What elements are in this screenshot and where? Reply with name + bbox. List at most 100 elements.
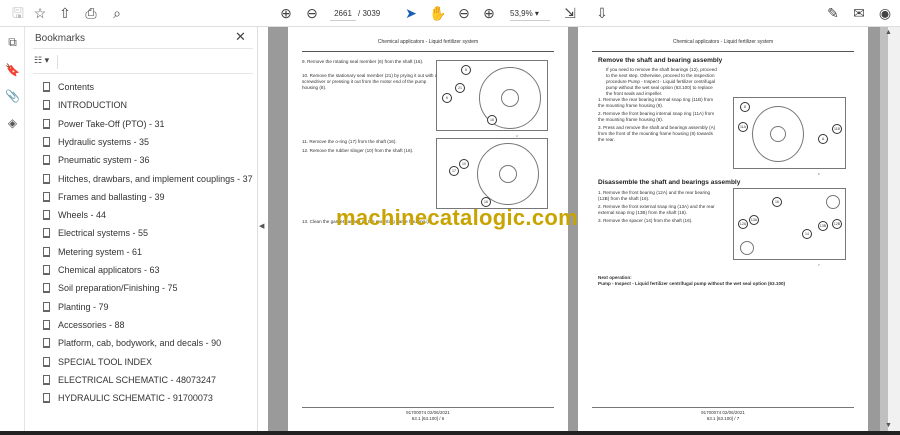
- zoom-in-icon[interactable]: ⊕: [479, 4, 499, 22]
- account-icon[interactable]: ◉: [875, 4, 895, 22]
- next-page-icon[interactable]: ⊖: [302, 4, 322, 22]
- step-text: 11. Remove the o-ring (17) from the shaf…: [302, 139, 397, 144]
- page-7: Chemical applicators - Liquid fertilizer…: [578, 27, 868, 432]
- collapse-panel-icon[interactable]: ◀: [259, 222, 264, 230]
- section-heading: Disassemble the shaft and bearings assem…: [598, 179, 741, 186]
- zoom-select[interactable]: 53,9% ▾: [510, 6, 550, 21]
- bookmark-item[interactable]: Contents: [43, 79, 94, 95]
- next-operation-link[interactable]: Pump - Inspect - Liquid fertilizer centr…: [598, 281, 785, 287]
- bookmark-icon: [43, 118, 50, 129]
- bookmark-item[interactable]: Hydraulic systems - 35: [43, 134, 149, 150]
- bookmark-icon: [43, 393, 50, 404]
- bookmark-label: Power Take-Off (PTO) - 31: [58, 118, 165, 129]
- bookmark-options-button[interactable]: ☷ ▾: [34, 55, 58, 69]
- page-number-input[interactable]: 2661: [330, 6, 356, 21]
- bookmark-label: Wheels - 44: [58, 210, 107, 221]
- zoom-out-icon[interactable]: ⊖: [454, 4, 474, 22]
- bookmark-label: Contents: [58, 82, 95, 92]
- bookmark-icon: [43, 319, 50, 330]
- fit-page-icon[interactable]: ⇲: [560, 4, 580, 22]
- intro-text: If you need to remove the shaft bearings…: [606, 67, 717, 96]
- sign-icon[interactable]: ✎: [823, 4, 843, 22]
- bookmark-icon: [43, 265, 50, 275]
- bookmark-icon: [43, 338, 50, 349]
- bookmark-label: Chemical applicators - 63: [58, 265, 160, 275]
- bookmark-label: Frames and ballasting - 39: [58, 191, 165, 202]
- bookmark-icon: [43, 136, 50, 147]
- bookmark-item[interactable]: Electrical systems - 55: [43, 225, 148, 241]
- bookmark-item[interactable]: Frames and ballasting - 39: [43, 189, 165, 205]
- bookmark-item[interactable]: INTRODUCTION: [43, 97, 127, 113]
- section-heading: Remove the shaft and bearing assembly: [598, 57, 723, 64]
- layers-icon[interactable]: ◈: [4, 116, 21, 133]
- step-text: 12. Remove the rubber slinger (10) from …: [302, 148, 414, 153]
- footer-page: 63.1 [63.100] / 6: [411, 416, 445, 421]
- bookmark-item[interactable]: Wheels - 44: [43, 207, 106, 223]
- bookmark-item[interactable]: Soil preparation/Finishing - 75: [43, 280, 178, 296]
- bookmark-icon: [43, 155, 50, 166]
- step-text: 1. Remove the front bearing (12A) and th…: [598, 190, 711, 201]
- upload-icon[interactable]: ⇧: [55, 4, 75, 22]
- bookmark-item[interactable]: Pneumatic system - 36: [43, 152, 150, 168]
- bookmark-label: HYDRAULIC SCHEMATIC - 91700073: [58, 393, 213, 404]
- step-text: 10. Remove the stationary seal member (2…: [302, 73, 438, 90]
- figure-shaft-assembly: 8 11A A 11B: [733, 97, 846, 169]
- watermark: machinecatalogic.com: [336, 205, 578, 230]
- attachment-icon[interactable]: 📎: [4, 89, 21, 106]
- step-text: 1. Remove the rear bearing internal snap…: [598, 97, 714, 108]
- bookmark-label: Planting - 79: [58, 301, 109, 312]
- bookmark-icon: [43, 100, 50, 111]
- page-total: / 3039: [358, 9, 381, 18]
- search-icon[interactable]: ⌕: [107, 4, 127, 22]
- bookmark-icon: [43, 210, 50, 221]
- step-text: 9. Remove the rotating seal member (6) f…: [302, 59, 424, 64]
- step-text: 2. Remove the front external snap ring (…: [598, 204, 715, 215]
- close-icon[interactable]: ✕: [235, 29, 246, 45]
- bookmark-item[interactable]: Metering system - 61: [43, 244, 142, 260]
- bookmark-label: Hitches, drawbars, and implement couplin…: [58, 173, 253, 184]
- select-cursor-icon[interactable]: ➤: [401, 4, 421, 22]
- pages-icon[interactable]: ⧉: [4, 35, 21, 52]
- bookmark-icon: [43, 356, 50, 367]
- bookmark-item[interactable]: ELECTRICAL SCHEMATIC - 48073247: [43, 372, 216, 388]
- left-nav-rail: ⧉ 🔖 📎 ◈: [0, 27, 25, 432]
- prev-page-icon[interactable]: ⊕: [276, 4, 296, 22]
- star-icon[interactable]: ☆: [30, 4, 50, 22]
- bookmark-label: Accessories - 88: [58, 319, 125, 330]
- bookmark-label: Pneumatic system - 36: [58, 155, 150, 166]
- bookmark-icon[interactable]: 🔖: [4, 63, 21, 80]
- bookmark-label: Electrical systems - 55: [58, 228, 149, 239]
- print-icon[interactable]: ⎙: [81, 4, 101, 22]
- bookmark-item[interactable]: Planting - 79: [43, 299, 109, 315]
- hand-tool-icon[interactable]: ✋: [428, 4, 448, 22]
- footer-page: 63.1 [63.100] / 7: [706, 416, 740, 421]
- scroll-up-icon[interactable]: ▲: [885, 29, 892, 36]
- bookmarks-panel: Bookmarks ✕ ☷ ▾ Contents INTRODUCTION Powe…: [25, 27, 258, 432]
- bookmark-item[interactable]: Platform, cab, bodywork, and decals - 90: [43, 335, 221, 351]
- vertical-scrollbar[interactable]: ▲ ▼: [880, 27, 900, 432]
- bookmark-item[interactable]: Chemical applicators - 63: [43, 262, 160, 278]
- bookmark-item[interactable]: Hitches, drawbars, and implement couplin…: [43, 171, 253, 187]
- scroll-down-icon[interactable]: ▼: [885, 422, 892, 429]
- document-area: Chemical applicators - Liquid fertilizer…: [268, 27, 880, 432]
- figure-number: 7: [818, 263, 820, 267]
- save-icon[interactable]: 🖫: [8, 4, 28, 22]
- scroll-mode-icon[interactable]: ⇩: [592, 4, 612, 22]
- bookmark-icon: [43, 283, 50, 294]
- bookmark-label: ELECTRICAL SCHEMATIC - 48073247: [58, 374, 217, 385]
- bookmark-icon: [43, 173, 50, 184]
- step-text: 2. Remove the front bearing internal sna…: [598, 111, 715, 122]
- bookmark-icon: [43, 301, 50, 312]
- bookmark-item[interactable]: SPECIAL TOOL INDEX: [43, 354, 152, 370]
- bookmark-label: Metering system - 61: [58, 246, 143, 257]
- figure-pump-housing: 8 21 6 16: [436, 60, 548, 131]
- divider: [33, 48, 253, 49]
- bookmark-item[interactable]: HYDRAULIC SCHEMATIC - 91700073: [43, 390, 213, 406]
- bookmarks-title: Bookmarks: [35, 33, 86, 44]
- bookmark-item[interactable]: Power Take-Off (PTO) - 31: [43, 116, 165, 132]
- email-icon[interactable]: ✉: [849, 4, 869, 22]
- bookmark-label: SPECIAL TOOL INDEX: [58, 356, 153, 367]
- zoom-value: 53,9%: [510, 9, 533, 18]
- bookmark-item[interactable]: Accessories - 88: [43, 317, 125, 333]
- scrollbar-thumb[interactable]: [880, 27, 888, 432]
